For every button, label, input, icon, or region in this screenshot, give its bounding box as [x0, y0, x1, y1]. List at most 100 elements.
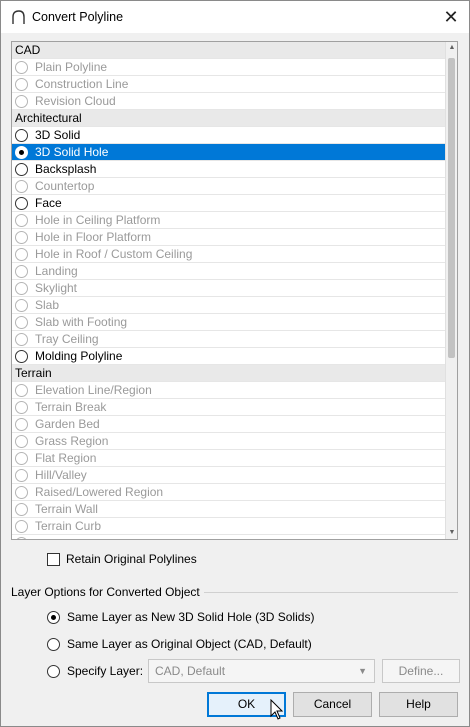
radio-icon: [15, 231, 28, 244]
radio-icon: [15, 486, 28, 499]
radio-icon: [15, 180, 28, 193]
list-group-header-label: Terrain: [15, 366, 52, 380]
mouse-pointer-icon: [270, 699, 284, 720]
cancel-button[interactable]: Cancel: [293, 692, 372, 717]
layer-options-heading: Layer Options for Converted Object: [11, 585, 204, 599]
radio-icon[interactable]: [15, 129, 28, 142]
radio-icon: [15, 537, 28, 539]
list-item-label: Face: [35, 196, 62, 210]
list-item: Landing: [12, 263, 446, 280]
define-button[interactable]: Define...: [382, 659, 460, 683]
radio-icon[interactable]: [15, 197, 28, 210]
scrollbar-thumb[interactable]: [448, 58, 455, 358]
list-item-label: Hole in Roof / Custom Ceiling: [35, 247, 193, 261]
list-item-label: Terrain Break: [35, 400, 107, 414]
list-item: Hole in Floor Platform: [12, 229, 446, 246]
list-item-label: Slab: [35, 298, 60, 312]
list-item-label: Elevation Line/Region: [35, 383, 152, 397]
radio-icon: [15, 418, 28, 431]
radio-icon: [15, 333, 28, 346]
list-item[interactable]: Face: [12, 195, 446, 212]
radio-same-layer-original[interactable]: Same Layer as Original Object (CAD, Defa…: [47, 636, 312, 652]
list-item-label: 3D Solid: [35, 128, 81, 142]
radio-icon: [15, 282, 28, 295]
list-item: Terrain Wall: [12, 501, 446, 518]
radio-button-selected[interactable]: [47, 610, 60, 624]
list-item: Garden Bed: [12, 416, 446, 433]
retain-original-option[interactable]: Retain Original Polylines: [47, 551, 197, 567]
list-item-label: Grass Region: [35, 434, 109, 448]
list-item: Tray Ceiling: [12, 331, 446, 348]
list-item-label: Raised/Lowered Region: [35, 485, 164, 499]
list-item: Slab with Footing: [12, 314, 446, 331]
radio-selected-icon[interactable]: [15, 146, 28, 159]
polyline-type-list[interactable]: CAD Plain Polyline Construction Line Revisi…: [11, 41, 458, 540]
radio-icon: [15, 299, 28, 312]
radio-icon: [15, 520, 28, 533]
radio-specify-layer[interactable]: Specify Layer:: [47, 663, 143, 679]
polyline-icon: [12, 10, 25, 24]
list-item-label: Hole in Ceiling Platform: [35, 213, 161, 227]
list-item: Grass Region: [12, 433, 446, 450]
radio-icon: [15, 95, 28, 108]
list-item-label: Hole in Floor Platform: [35, 230, 152, 244]
list-item: Hole in Roof / Custom Ceiling: [12, 246, 446, 263]
radio-same-layer-new[interactable]: Same Layer as New 3D Solid Hole (3D Soli…: [47, 609, 314, 625]
list-item: Terrain Break: [12, 399, 446, 416]
scroll-up-arrow-icon[interactable]: ▲: [446, 42, 457, 54]
radio-icon: [15, 214, 28, 227]
radio-icon[interactable]: [15, 350, 28, 363]
radio-same-layer-original-label: Same Layer as Original Object (CAD, Defa…: [67, 637, 312, 651]
radio-icon: [15, 316, 28, 329]
list-item[interactable]: Backsplash: [12, 161, 446, 178]
radio-icon: [15, 435, 28, 448]
radio-icon: [15, 401, 28, 414]
list-group-header: Terrain: [12, 365, 446, 382]
retain-original-checkbox[interactable]: [47, 552, 60, 566]
list-item-label: Skylight: [35, 281, 78, 295]
list-item-label: Garden Bed: [35, 417, 100, 431]
list-item-label: Hill/Valley: [35, 468, 87, 482]
list-item-label: Plain Polyline: [35, 60, 108, 74]
group-divider: [204, 592, 458, 593]
list-item[interactable]: 3D Solid: [12, 127, 446, 144]
layer-dropdown[interactable]: CAD, Default ▼: [148, 659, 375, 683]
list-item-label: Molding Polyline: [35, 349, 123, 363]
list-item: Hill/Valley: [12, 467, 446, 484]
list-item: Plain Polyline: [12, 59, 446, 76]
close-icon[interactable]: ✕: [438, 5, 464, 29]
list-item-label: Countertop: [35, 179, 95, 193]
list-item-label: Flat Region: [35, 451, 97, 465]
radio-icon: [15, 452, 28, 465]
list-item-label: Construction Line: [35, 77, 129, 91]
convert-polyline-dialog: Convert Polyline ✕ CAD Plain Polyline Cons…: [0, 0, 470, 727]
list-item-label: 3D Solid Hole: [35, 145, 109, 159]
window-title: Convert Polyline: [32, 10, 124, 24]
list-scrollbar[interactable]: ▲ ▼: [445, 42, 457, 539]
list-item-label: Backsplash: [35, 162, 97, 176]
list-item-selected[interactable]: 3D Solid Hole: [12, 144, 446, 161]
layer-dropdown-value: CAD, Default: [155, 664, 226, 678]
list-item-label: Terrain Wall: [35, 502, 98, 516]
list-item: Construction Line: [12, 76, 446, 93]
list-item[interactable]: Molding Polyline: [12, 348, 446, 365]
list-group-header-label: CAD: [15, 43, 41, 57]
radio-icon: [15, 265, 28, 278]
radio-icon[interactable]: [15, 163, 28, 176]
list-item: Raised/Lowered Region: [12, 484, 446, 501]
radio-icon: [15, 78, 28, 91]
radio-icon: [15, 61, 28, 74]
list-group-header: Architectural: [12, 110, 446, 127]
radio-button[interactable]: [47, 637, 60, 651]
radio-specify-layer-label: Specify Layer:: [67, 664, 144, 678]
list-group-header: CAD: [12, 42, 446, 59]
help-button[interactable]: Help: [379, 692, 458, 717]
scroll-down-arrow-icon[interactable]: ▼: [446, 527, 457, 539]
radio-button[interactable]: [47, 664, 60, 678]
radio-icon: [15, 248, 28, 261]
list-item: Slab: [12, 297, 446, 314]
list-item: [12, 535, 446, 539]
radio-same-layer-new-label: Same Layer as New 3D Solid Hole (3D Soli…: [67, 610, 315, 624]
list-item-label: Tray Ceiling: [35, 332, 99, 346]
list-item: Countertop: [12, 178, 446, 195]
